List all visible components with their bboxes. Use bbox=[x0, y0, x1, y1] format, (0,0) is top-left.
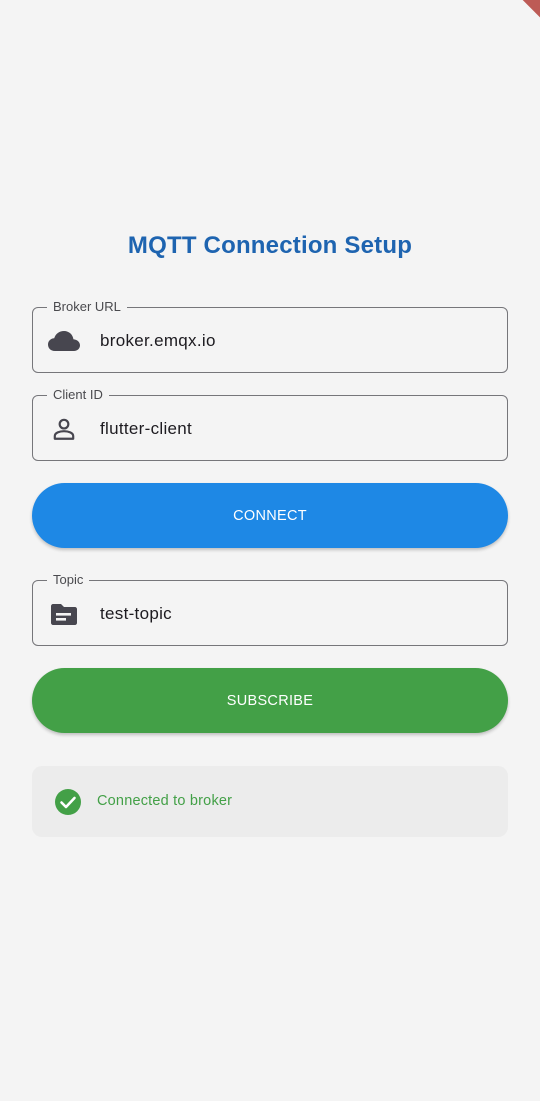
broker-url-input[interactable]: broker.emqx.io bbox=[100, 330, 216, 352]
debug-banner bbox=[500, 0, 540, 30]
subscribe-button-label: SUBSCRIBE bbox=[226, 692, 314, 709]
client-id-label: Client ID bbox=[47, 387, 109, 403]
broker-url-label: Broker URL bbox=[47, 299, 127, 315]
topic-icon bbox=[47, 601, 81, 627]
connect-button[interactable]: CONNECT bbox=[32, 483, 508, 548]
topic-label: Topic bbox=[47, 572, 90, 588]
subscribe-button[interactable]: SUBSCRIBE bbox=[32, 668, 508, 733]
status-text: Connected to broker bbox=[97, 793, 233, 809]
connect-button-label: CONNECT bbox=[233, 507, 307, 524]
topic-input[interactable]: test-topic bbox=[100, 603, 172, 625]
person-icon bbox=[47, 416, 81, 442]
client-id-field[interactable]: Client ID flutter-client bbox=[32, 387, 508, 461]
cloud-icon bbox=[47, 328, 81, 354]
check-circle-icon bbox=[54, 788, 82, 816]
status-card: Connected to broker bbox=[32, 766, 508, 837]
topic-field[interactable]: Topic test-topic bbox=[32, 572, 508, 646]
page-title: MQTT Connection Setup bbox=[127, 232, 413, 259]
client-id-input[interactable]: flutter-client bbox=[100, 418, 192, 440]
broker-url-field[interactable]: Broker URL broker.emqx.io bbox=[32, 299, 508, 373]
